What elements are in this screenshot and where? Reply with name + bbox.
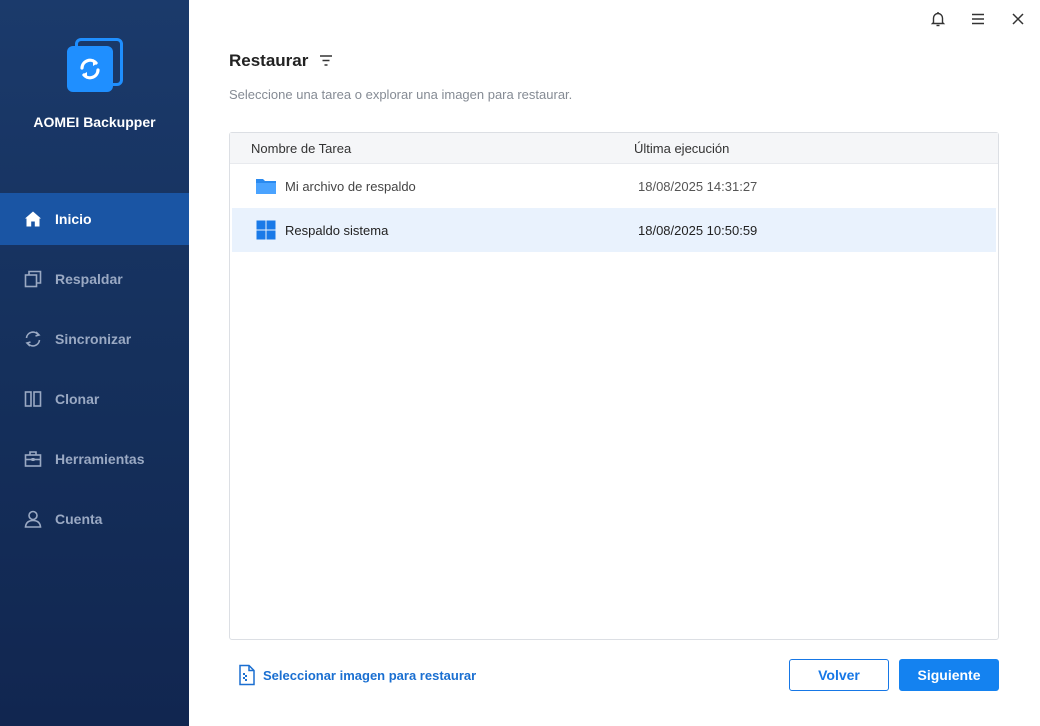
window-controls	[926, 10, 1030, 28]
sidebar: AOMEI Backupper Inicio Respaldar Sincron…	[0, 0, 189, 726]
close-button[interactable]	[1006, 10, 1030, 28]
task-name: Respaldo sistema	[285, 222, 389, 238]
backup-icon	[24, 270, 42, 288]
sidebar-item-herramientas[interactable]: Herramientas	[0, 433, 189, 485]
folder-icon	[255, 175, 277, 197]
table-row[interactable]: Respaldo sistema 18/08/2025 10:50:59	[232, 208, 996, 252]
sidebar-item-cuenta[interactable]: Cuenta	[0, 493, 189, 545]
app-logo	[65, 36, 125, 96]
task-name: Mi archivo de respaldo	[285, 178, 416, 194]
sidebar-item-label: Respaldar	[55, 271, 123, 287]
menu-button[interactable]	[966, 10, 990, 28]
sidebar-item-respaldar[interactable]: Respaldar	[0, 253, 189, 305]
image-file-icon	[239, 664, 255, 686]
close-icon	[1012, 13, 1024, 25]
task-table: Nombre de Tarea Última ejecución Mi arch…	[229, 132, 999, 640]
home-icon	[25, 211, 41, 227]
sidebar-item-clonar[interactable]: Clonar	[0, 373, 189, 425]
user-icon	[24, 510, 42, 528]
table-header: Nombre de Tarea Última ejecución	[230, 133, 998, 164]
sidebar-item-sincronizar[interactable]: Sincronizar	[0, 313, 189, 365]
notifications-button[interactable]	[926, 10, 950, 28]
clone-icon	[24, 391, 42, 407]
sidebar-item-label: Sincronizar	[55, 331, 132, 347]
filter-icon	[320, 55, 333, 66]
select-image-link-label: Seleccionar imagen para restaurar	[263, 667, 477, 683]
sidebar-item-label: Clonar	[55, 391, 100, 407]
sync-icon	[25, 331, 41, 347]
sidebar-item-label: Cuenta	[55, 511, 103, 527]
column-header-last-run: Última ejecución	[634, 140, 730, 156]
select-image-link[interactable]: Seleccionar imagen para restaurar	[237, 664, 476, 686]
page-subtitle: Seleccione una tarea o explorar una imag…	[229, 87, 573, 102]
menu-icon	[972, 13, 984, 25]
task-last-run: 18/08/2025 14:31:27	[638, 178, 758, 194]
sidebar-nav: Inicio Respaldar Sincronizar Clonar Herr…	[0, 193, 189, 553]
page-title: Restaurar	[229, 51, 309, 70]
bell-icon	[930, 12, 946, 27]
toolbox-icon	[24, 451, 42, 467]
windows-icon	[255, 219, 277, 241]
app-name: AOMEI Backupper	[33, 114, 156, 130]
column-header-name: Nombre de Tarea	[251, 140, 352, 156]
app-branding: AOMEI Backupper	[0, 36, 189, 130]
filter-button[interactable]	[318, 53, 334, 69]
back-button[interactable]: Volver	[789, 659, 889, 691]
sidebar-item-label: Inicio	[55, 211, 92, 227]
sidebar-item-label: Herramientas	[55, 451, 145, 467]
next-button[interactable]: Siguiente	[899, 659, 999, 691]
page-header: Restaurar	[229, 51, 334, 71]
table-row[interactable]: Mi archivo de respaldo 18/08/2025 14:31:…	[232, 164, 996, 208]
sidebar-item-inicio[interactable]: Inicio	[0, 193, 189, 245]
task-last-run: 18/08/2025 10:50:59	[638, 222, 758, 238]
sync-arrows-icon	[79, 58, 100, 80]
